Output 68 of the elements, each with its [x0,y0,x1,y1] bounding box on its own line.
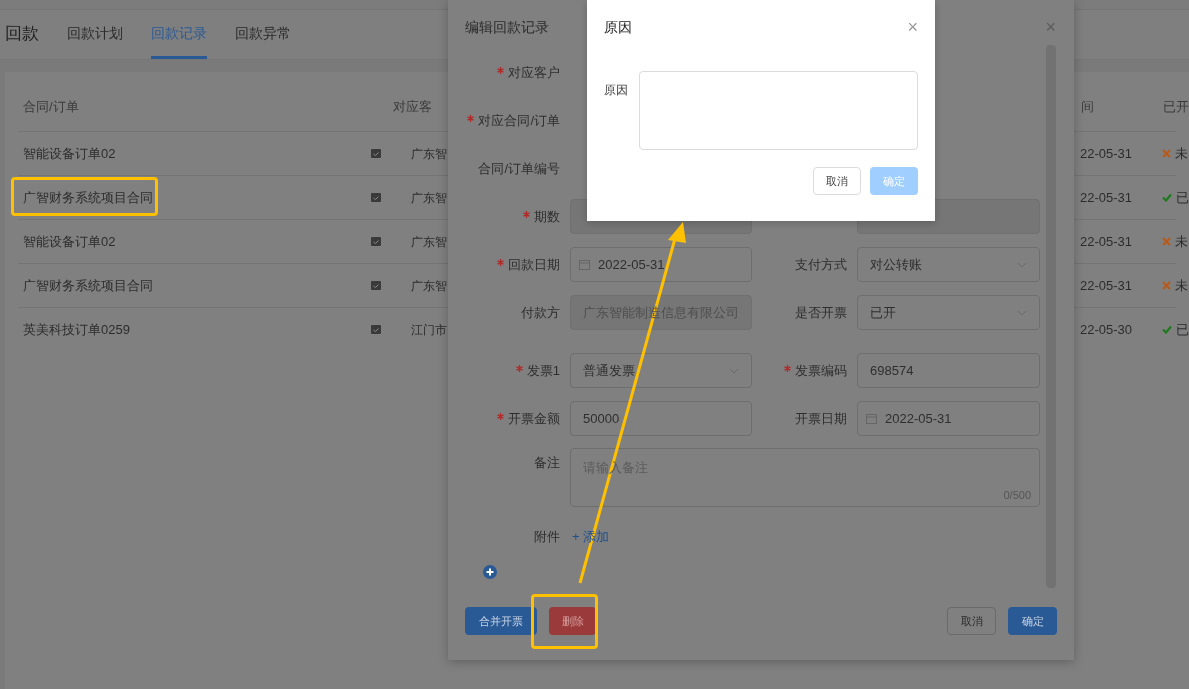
table-cell-text: 广智财务系统项目合同 [23,188,153,207]
page-title: 回款 [5,22,39,45]
delete-button[interactable]: 删除 [549,607,596,635]
field-label: 开票金额 [508,409,560,428]
column-header: 间 [1081,99,1095,115]
calendar-icon [579,259,590,270]
field-label: 发票1 [526,361,560,380]
table-cell: 22-05-31 [1080,233,1133,249]
select-field[interactable]: 普通发票 [570,353,752,388]
merge-invoice-button[interactable]: 合并开票 [465,607,537,635]
cancel-button[interactable]: 取消 [813,167,861,195]
table-cell: 22-05-30 [1080,321,1133,337]
table-cell: 22-05-31 [1080,277,1133,293]
calendar-icon [866,413,877,424]
field-label: 回款日期 [508,255,560,274]
table-cell: 22-05-31 [1080,145,1133,161]
column-header: 合同/订单 [23,99,79,115]
field-label: 支付方式 [795,255,847,274]
field-label: 合同/订单编号 [478,159,560,178]
field-label: 付款方 [521,303,560,322]
status-text: 未 [1175,144,1188,163]
table-cell: 广东智 [411,278,447,293]
field-label: 原因 [604,82,629,99]
field-label: 是否开票 [795,303,847,322]
tab[interactable]: 回款计划 [67,23,123,59]
calendar-icon [371,281,381,290]
calendar-icon [371,149,381,158]
table-cell-text: 广智财务系统项目合同 [23,276,153,295]
date-field[interactable]: 2022-05-31 [857,401,1040,436]
dialog-title: 原因 [604,17,632,37]
status-text: 未 [1175,276,1188,295]
tab[interactable]: 回款异常 [235,23,291,59]
status-text: 已 [1176,320,1189,339]
table-cell-text: 智能设备订单02 [23,232,116,251]
column-header: 已开 [1163,99,1189,115]
calendar-icon [371,193,381,202]
calendar-icon [371,325,381,334]
close-button[interactable]: × [1045,18,1056,36]
field-label: 期数 [534,207,560,226]
input-field[interactable]: 50000 [570,401,752,436]
column-header: 对应客 [392,99,432,115]
field-label: 附件 [534,528,560,547]
table-cell: 江门市 [411,322,447,337]
calendar-icon [371,237,381,246]
date-field[interactable]: 2022-05-31 [570,247,752,282]
field-label: 开票日期 [795,409,847,428]
select-field[interactable]: 已开 [857,295,1040,330]
field-label: 发票编码 [795,361,847,380]
highlight-frame [531,594,598,649]
table-cell-text: 智能设备订单02 [23,144,116,163]
status-text: 未 [1175,232,1188,251]
input-field[interactable]: 698574 [857,353,1040,388]
field-label: 备注 [534,454,560,472]
status-text: 已 [1176,188,1189,207]
close-button[interactable]: × [907,18,918,36]
table-cell-text: 英美科技订单0259 [23,320,130,339]
field-label: 对应客户 [508,63,560,82]
plus-circle-icon[interactable] [483,565,497,579]
dialog-title: 编辑回款记录 [465,17,549,37]
table-cell: 广东智 [411,234,447,249]
table-cell: 广东智 [411,146,447,161]
field-label: 对应合同/订单 [478,111,560,130]
confirm-button[interactable]: 确定 [1008,607,1057,635]
tab[interactable]: 回款记录 [151,23,207,59]
cancel-button[interactable]: 取消 [947,607,996,635]
select-field[interactable]: 对公转账 [857,247,1040,282]
table-cell: 22-05-31 [1080,189,1133,205]
table-cell: 广东智 [411,190,447,205]
